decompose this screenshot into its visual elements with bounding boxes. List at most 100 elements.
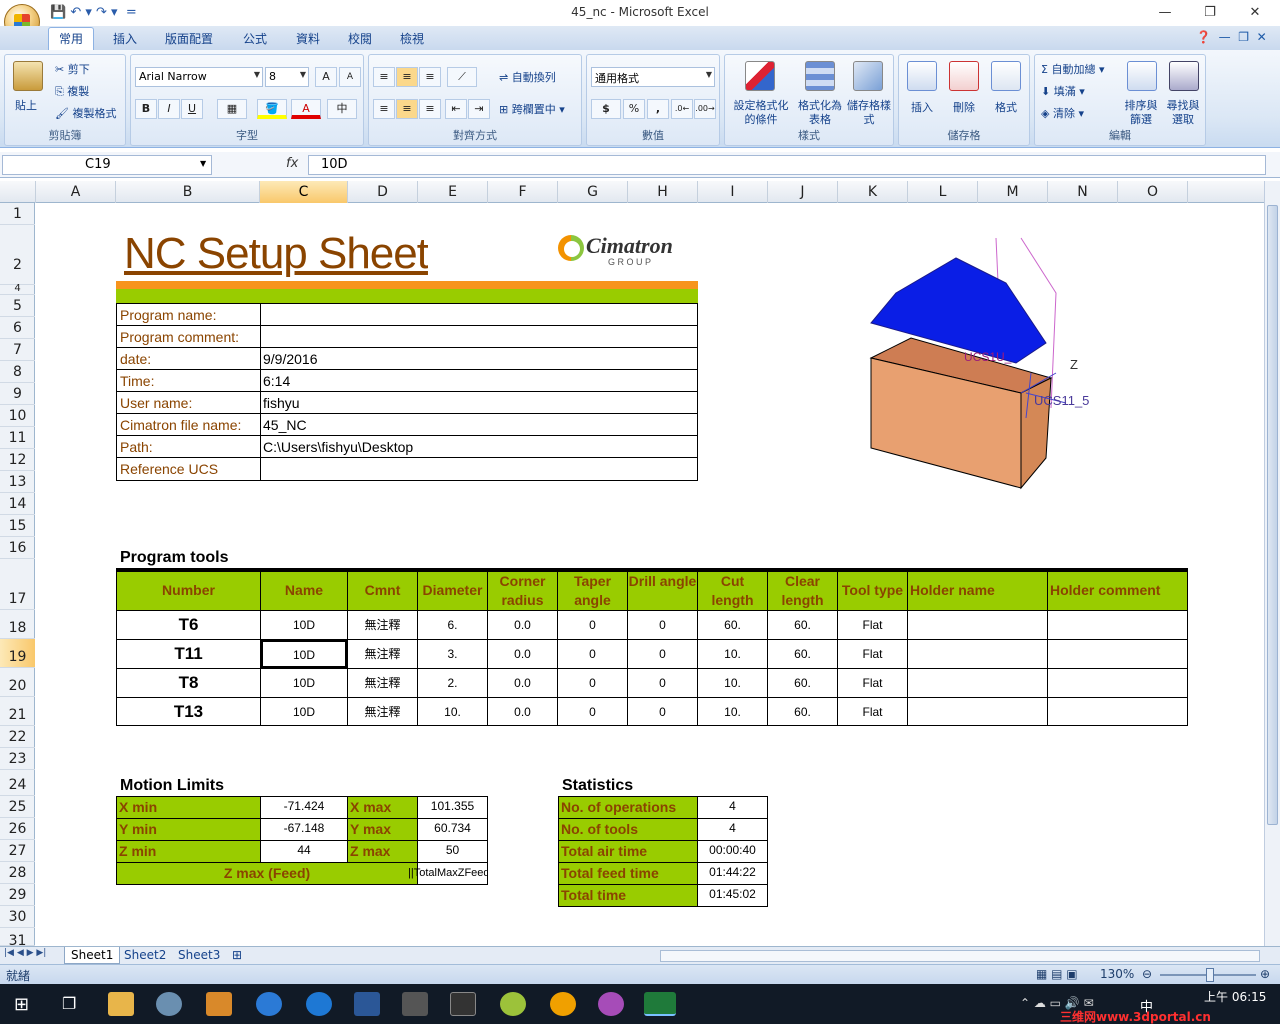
tool-number[interactable]: T6 bbox=[117, 611, 260, 639]
column-header[interactable]: A bbox=[36, 181, 116, 203]
motion-value[interactable]: 60.734 bbox=[418, 821, 487, 835]
clear-button[interactable]: ◈ 清除 ▾ bbox=[1041, 105, 1084, 121]
tool-holder-comment[interactable] bbox=[1048, 698, 1187, 726]
tool-diameter[interactable]: 10. bbox=[418, 698, 487, 726]
font-color-button[interactable]: A bbox=[291, 99, 321, 119]
info-value[interactable]: 45_NC bbox=[263, 417, 307, 433]
row-header[interactable]: 17 bbox=[0, 559, 35, 610]
autosum-button[interactable]: Σ 自動加總 ▾ bbox=[1041, 61, 1104, 77]
formula-input[interactable]: 10D bbox=[308, 155, 1266, 175]
tool-holder-name[interactable] bbox=[908, 669, 1047, 697]
row-header[interactable]: 30 bbox=[0, 906, 35, 928]
row-header[interactable]: 2 bbox=[0, 225, 35, 285]
number-format-select[interactable]: 通用格式 ▼ bbox=[591, 67, 715, 87]
column-header[interactable]: N bbox=[1048, 181, 1118, 203]
select-all-corner[interactable] bbox=[0, 181, 36, 203]
column-header[interactable]: J bbox=[768, 181, 838, 203]
sheet-nav-arrows[interactable]: |◀ ◀ ▶ ▶| bbox=[4, 948, 46, 958]
align-middle-button[interactable]: ≡ bbox=[396, 67, 418, 87]
tool-taper-angle[interactable]: 0 bbox=[558, 698, 627, 726]
tool-diameter[interactable]: 6. bbox=[418, 611, 487, 639]
vertical-scrollbar[interactable] bbox=[1264, 181, 1280, 946]
row-header[interactable]: 21 bbox=[0, 697, 35, 726]
decrease-decimal-button[interactable]: .00→ bbox=[694, 99, 716, 119]
tab-data[interactable]: 資料 bbox=[296, 30, 320, 47]
italic-button[interactable]: I bbox=[158, 99, 180, 119]
row-header[interactable]: 28 bbox=[0, 862, 35, 884]
fill-button[interactable]: ⬇ 填滿 ▾ bbox=[1041, 83, 1085, 99]
row-header[interactable]: 10 bbox=[0, 405, 35, 427]
tool-holder-name[interactable] bbox=[908, 698, 1047, 726]
tool-comment[interactable]: 無注釋 bbox=[348, 640, 417, 668]
tool-number[interactable]: T11 bbox=[117, 640, 260, 668]
help-icon[interactable]: ❓ — ❐ ✕ bbox=[1196, 30, 1267, 44]
insert-function-button[interactable]: fx bbox=[286, 156, 298, 171]
column-header[interactable]: L bbox=[908, 181, 978, 203]
row-header[interactable]: 18 bbox=[0, 610, 35, 639]
fill-color-button[interactable]: 🪣 bbox=[257, 99, 287, 119]
align-left-button[interactable]: ≡ bbox=[373, 99, 395, 119]
tab-view[interactable]: 檢視 bbox=[400, 30, 424, 47]
tool-cut-length[interactable]: 10. bbox=[698, 669, 767, 697]
row-header[interactable]: 19 bbox=[0, 639, 35, 668]
tool-clear-length[interactable]: 60. bbox=[768, 640, 837, 668]
column-header[interactable]: I bbox=[698, 181, 768, 203]
zoom-level[interactable]: 130% bbox=[1100, 967, 1134, 981]
row-header[interactable]: 14 bbox=[0, 493, 35, 515]
column-header[interactable]: H bbox=[628, 181, 698, 203]
stat-value[interactable]: 00:00:40 bbox=[698, 843, 767, 857]
tool-type[interactable]: Flat bbox=[838, 611, 907, 639]
column-header[interactable]: G bbox=[558, 181, 628, 203]
font-size-select[interactable]: 8 ▼ bbox=[265, 67, 309, 87]
tool-corner-radius[interactable]: 0.0 bbox=[488, 698, 557, 726]
sheet-tab-1[interactable]: Sheet1 bbox=[64, 947, 121, 964]
delete-button[interactable]: 刪除 bbox=[953, 99, 975, 115]
motion-value[interactable]: 44 bbox=[261, 843, 347, 857]
tool-clear-length[interactable]: 60. bbox=[768, 611, 837, 639]
row-header[interactable]: 25 bbox=[0, 796, 35, 818]
motion-value[interactable]: 50 bbox=[418, 843, 487, 857]
tab-formulas[interactable]: 公式 bbox=[243, 30, 267, 47]
tab-page-layout[interactable]: 版面配置 bbox=[165, 30, 213, 47]
column-header[interactable]: F bbox=[488, 181, 558, 203]
stat-value[interactable]: 4 bbox=[698, 799, 767, 813]
tool-holder-comment[interactable] bbox=[1048, 611, 1187, 639]
clock[interactable]: 上午 06:15 bbox=[1204, 988, 1266, 1005]
windows-start-icon[interactable]: ⊞ bbox=[14, 994, 29, 1015]
align-right-button[interactable]: ≡ bbox=[419, 99, 441, 119]
view-buttons[interactable]: ▦ ▤ ▣ bbox=[1036, 967, 1078, 981]
paste-button[interactable]: 貼上 bbox=[15, 97, 37, 113]
word-icon[interactable] bbox=[354, 992, 380, 1016]
align-center-button[interactable]: ≡ bbox=[396, 99, 418, 119]
tool-type[interactable]: Flat bbox=[838, 640, 907, 668]
sheet-tab-3[interactable]: Sheet3 bbox=[172, 947, 226, 964]
tool-cut-length[interactable]: 60. bbox=[698, 611, 767, 639]
underline-button[interactable]: U bbox=[181, 99, 203, 119]
column-header[interactable]: C bbox=[260, 181, 348, 203]
row-header[interactable]: 15 bbox=[0, 515, 35, 537]
zoom-in-icon[interactable]: ⊕ bbox=[1260, 967, 1270, 981]
media-player-icon[interactable] bbox=[206, 992, 232, 1016]
calculator-icon[interactable] bbox=[402, 992, 428, 1016]
row-header[interactable]: 27 bbox=[0, 840, 35, 862]
tool-diameter[interactable]: 3. bbox=[418, 640, 487, 668]
tool-cut-length[interactable]: 10. bbox=[698, 698, 767, 726]
stat-value[interactable]: 01:44:22 bbox=[698, 865, 767, 879]
column-header[interactable]: M bbox=[978, 181, 1048, 203]
row-header[interactable]: 9 bbox=[0, 383, 35, 405]
find-select-button[interactable]: 尋找與選取 bbox=[1163, 99, 1203, 127]
motion-value[interactable]: -71.424 bbox=[261, 799, 347, 813]
copy-button[interactable]: ⎘ 複製 bbox=[55, 83, 89, 99]
tab-home[interactable]: 常用 bbox=[48, 27, 95, 50]
tool-name[interactable]: 10D bbox=[261, 669, 347, 697]
percent-button[interactable]: % bbox=[623, 99, 645, 119]
insert-sheet-icon[interactable]: ⊞ bbox=[226, 947, 248, 964]
font-name-select[interactable]: Arial Narrow ▼ bbox=[135, 67, 263, 87]
row-header[interactable]: 12 bbox=[0, 449, 35, 471]
app-icon[interactable] bbox=[156, 992, 182, 1016]
row-header[interactable]: 26 bbox=[0, 818, 35, 840]
info-value[interactable]: 6:14 bbox=[263, 373, 290, 389]
insert-button[interactable]: 插入 bbox=[911, 99, 933, 115]
tool-taper-angle[interactable]: 0 bbox=[558, 669, 627, 697]
motion-value[interactable]: -67.148 bbox=[261, 821, 347, 835]
